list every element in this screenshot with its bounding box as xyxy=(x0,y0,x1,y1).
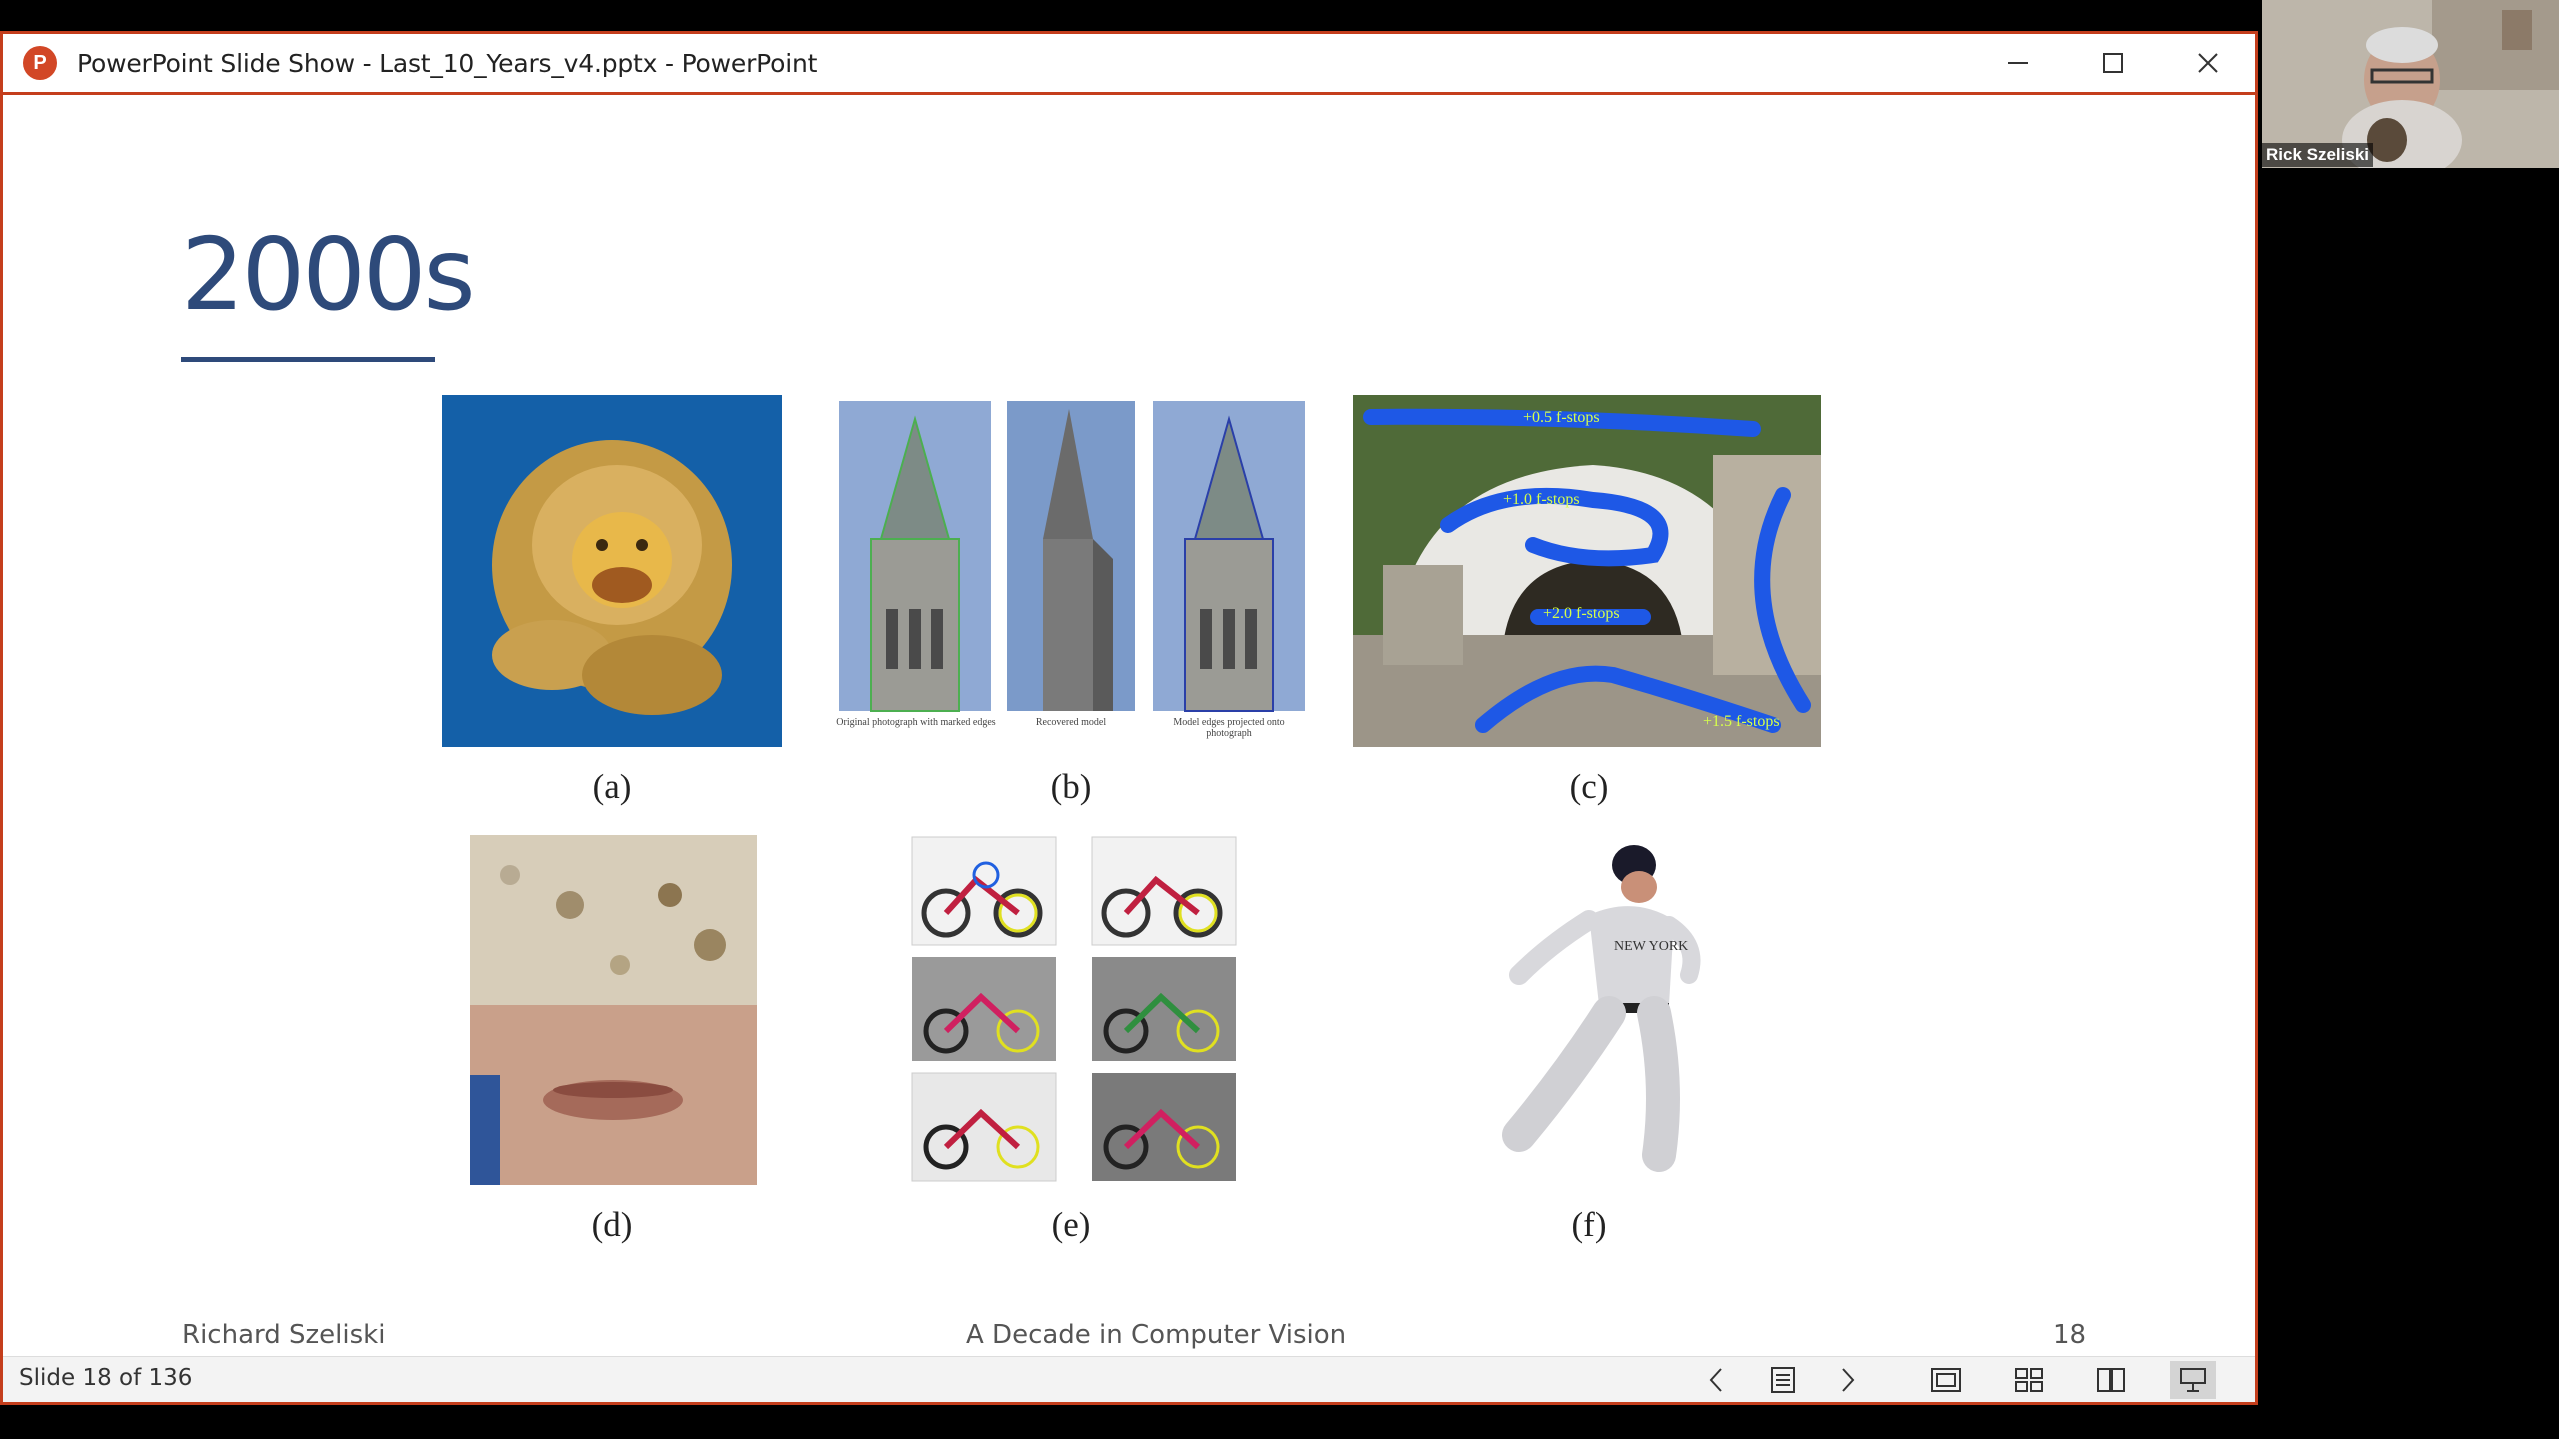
footer-title: A Decade in Computer Vision xyxy=(966,1320,1347,1350)
minimize-button[interactable] xyxy=(1970,34,2065,92)
figure-c-label-4: +1.5 f-stops xyxy=(1703,713,1780,730)
title-underline xyxy=(181,357,435,362)
figure-a-lion-image xyxy=(442,395,782,747)
slide-sorter-button[interactable] xyxy=(2006,1361,2052,1399)
figure-c-label-2: +1.0 f-stops xyxy=(1503,491,1580,508)
slide-indicator: Slide 18 of 136 xyxy=(19,1365,193,1391)
reading-view-icon xyxy=(2097,1368,2125,1392)
participant-name: Rick Szeliski xyxy=(2262,143,2374,167)
figure-c-hdr-scene: +0.5 f-stops +1.0 f-stops +2.0 f-stops +… xyxy=(1353,395,1821,747)
slide-menu-button[interactable] xyxy=(1760,1361,1806,1399)
minimize-icon xyxy=(2007,62,2028,64)
caption-f: (f) xyxy=(1571,1205,1607,1244)
next-slide-icon xyxy=(1842,1368,1855,1392)
maximize-button[interactable] xyxy=(2065,34,2160,92)
svg-text:NEW YORK: NEW YORK xyxy=(1614,939,1688,954)
footer-page-number: 18 xyxy=(2053,1320,2087,1350)
figure-d-face-texture xyxy=(470,835,757,1185)
slide-sorter-icon xyxy=(2015,1368,2043,1392)
title-bar: P PowerPoint Slide Show - Last_10_Years_… xyxy=(3,34,2255,95)
slide-title[interactable]: 2000s xyxy=(181,225,476,325)
figure-b-label-2: Recovered model xyxy=(1035,717,1107,728)
close-icon xyxy=(2197,53,2218,73)
figure-c-label-1: +0.5 f-stops xyxy=(1523,409,1600,426)
previous-slide-button[interactable] xyxy=(1693,1361,1739,1399)
figure-e-motorbike-grid xyxy=(906,835,1246,1185)
figure-b-label-1: Original photograph with marked edges xyxy=(836,717,996,728)
slideshow-button[interactable] xyxy=(2170,1361,2216,1399)
slide-menu-icon xyxy=(1771,1367,1795,1393)
powerpoint-window: P PowerPoint Slide Show - Last_10_Years_… xyxy=(0,31,2258,1405)
slide-canvas[interactable]: 2000s (a) Original photograph with marke… xyxy=(9,95,2252,1357)
slideshow-icon xyxy=(2180,1368,2206,1392)
normal-view-icon xyxy=(1931,1368,1961,1392)
footer-author: Richard Szeliski xyxy=(182,1320,386,1350)
window-title: PowerPoint Slide Show - Last_10_Years_v4… xyxy=(77,48,818,78)
caption-b: (b) xyxy=(1050,767,1092,806)
normal-view-button[interactable] xyxy=(1923,1361,1969,1399)
next-slide-button[interactable] xyxy=(1825,1361,1871,1399)
figure-c-label-3: +2.0 f-stops xyxy=(1543,605,1620,622)
caption-e: (e) xyxy=(1051,1205,1091,1244)
figure-b-label-3: Model edges projected onto photograph xyxy=(1173,717,1285,739)
previous-slide-icon xyxy=(1709,1368,1722,1392)
caption-d: (d) xyxy=(591,1205,633,1244)
caption-c: (c) xyxy=(1569,767,1609,806)
participant-video-tile[interactable]: Rick Szeliski xyxy=(2262,0,2559,168)
caption-a: (a) xyxy=(592,767,632,806)
figure-b-tower-models: Original photograph with marked edges Re… xyxy=(831,399,1311,749)
status-bar: Slide 18 of 136 xyxy=(3,1356,2255,1402)
reading-view-button[interactable] xyxy=(2088,1361,2134,1399)
close-button[interactable] xyxy=(2160,34,2255,92)
maximize-icon xyxy=(2102,53,2123,73)
window-controls xyxy=(1970,34,2255,92)
powerpoint-app-icon: P xyxy=(23,46,57,80)
figure-f-baseball-player: NEW YORK xyxy=(1459,835,1759,1195)
